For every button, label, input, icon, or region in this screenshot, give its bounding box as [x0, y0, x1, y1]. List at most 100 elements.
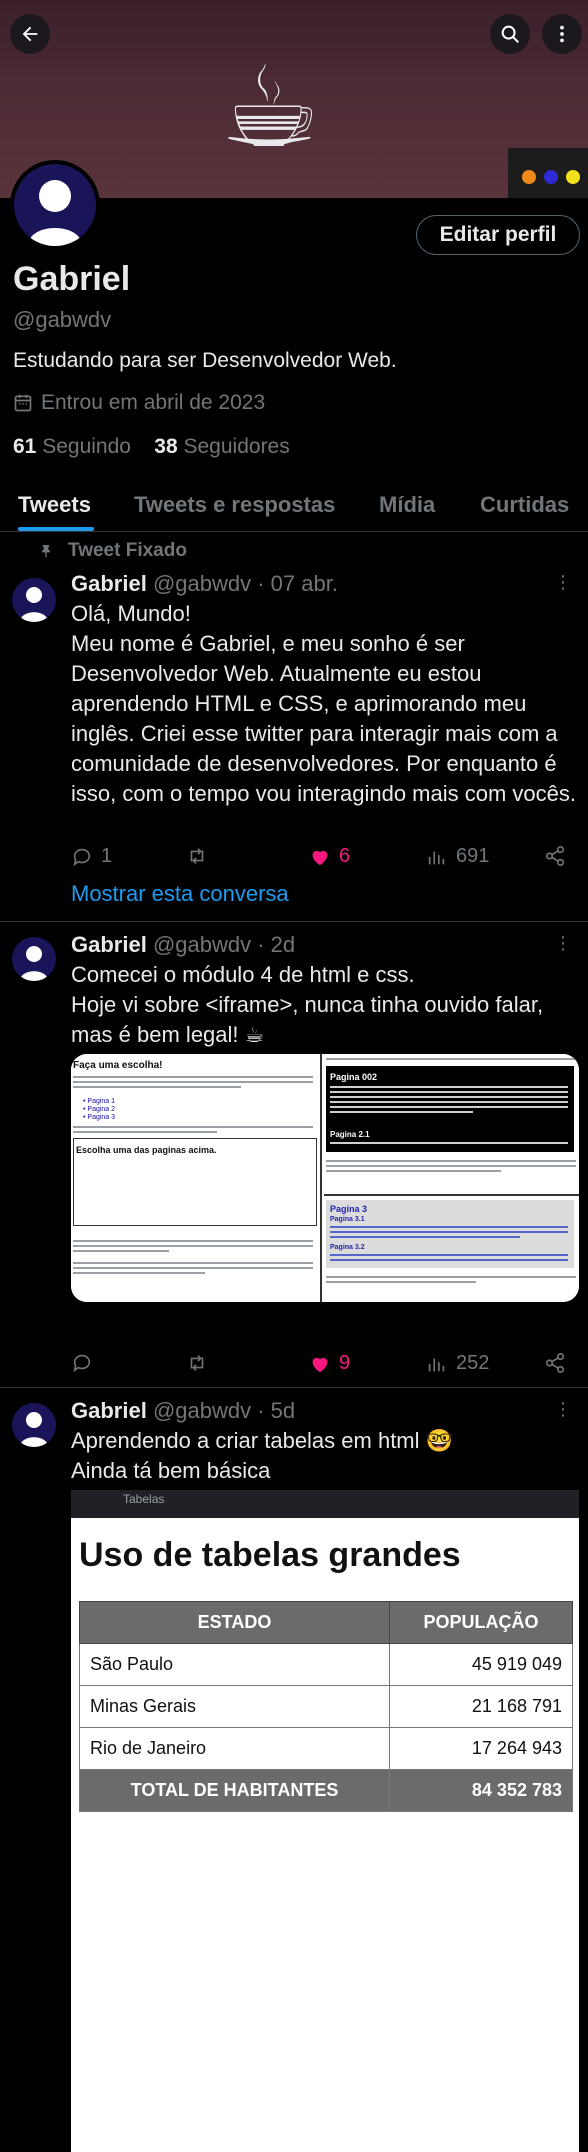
retweet-button[interactable]: [186, 845, 208, 867]
tweet-actions: 1 6 691: [71, 845, 571, 873]
default-user-icon: [28, 180, 82, 246]
following-label: Seguindo: [42, 435, 131, 458]
text-lines: [326, 1276, 576, 1286]
tweet-media-table-screenshot[interactable]: Tabelas Uso de tabelas grandes ESTADO PO…: [71, 1490, 579, 2152]
iframe-link-1[interactable]: Pagina 1: [87, 1098, 115, 1105]
tab-media[interactable]: Mídia: [379, 492, 435, 518]
retweet-icon: [190, 1355, 204, 1371]
text-lines: [73, 1240, 313, 1255]
show-conversation-link[interactable]: Mostrar esta conversa: [71, 881, 289, 907]
tweet-meta: @gabwdv · 5d: [152, 1398, 296, 1423]
reply-button[interactable]: [71, 1352, 101, 1374]
tweet-header: Gabriel @gabwdv · 2d: [71, 932, 295, 958]
analytics-icon: [428, 1358, 445, 1371]
iframe-embedded-box: Escolha uma das paginas acima.: [73, 1138, 317, 1226]
view-count: 691: [456, 845, 490, 867]
views-button[interactable]: 252: [426, 1352, 489, 1375]
tweet-more-button[interactable]: ⋮: [554, 1400, 572, 1418]
search-button[interactable]: [490, 14, 530, 54]
search-icon: [501, 25, 519, 43]
more-options-button[interactable]: [542, 14, 582, 54]
arrow-left-icon: [22, 26, 38, 42]
share-button[interactable]: [544, 1352, 566, 1374]
iframe-right-top-subtitle: Pagina 2.1: [330, 1130, 370, 1139]
table-cell-state: Minas Gerais: [79, 1685, 390, 1728]
text-lines: [330, 1226, 568, 1241]
tweet-author[interactable]: Gabriel: [71, 571, 147, 596]
coffee-cup-image: ☕: [220, 45, 321, 170]
default-user-icon: [20, 946, 48, 981]
like-count: 9: [339, 1352, 351, 1374]
text-lines: [326, 1160, 576, 1175]
analytics-icon: [428, 851, 445, 864]
table-cell-population: 21 168 791: [389, 1685, 573, 1728]
default-user-icon: [20, 587, 48, 622]
table-total-label: TOTAL DE HABITANTES: [79, 1769, 390, 1812]
profile-bio: Estudando para ser Desenvolvedor Web.: [13, 349, 397, 372]
text-lines: [326, 1058, 576, 1063]
tweet-card[interactable]: Gabriel @gabwdv · 07 abr. ⋮ Olá, Mundo! …: [0, 533, 588, 922]
followers-label: Seguidores: [183, 435, 290, 458]
tab-tweets-and-replies[interactable]: Tweets e respostas: [134, 492, 335, 518]
like-button[interactable]: 6: [309, 845, 350, 868]
edit-profile-button[interactable]: Editar perfil: [416, 215, 580, 255]
tweet-card[interactable]: Gabriel @gabwdv · 2d ⋮ Comecei o módulo …: [0, 922, 588, 1388]
iframe-grey-box: Pagina 3 Pagina 3.1 Pagina 3.2: [326, 1200, 574, 1268]
avatar[interactable]: [12, 1403, 56, 1447]
iframe-link-3[interactable]: Pagina 3: [87, 1114, 115, 1121]
avatar[interactable]: [12, 578, 56, 622]
like-count: 6: [339, 845, 351, 867]
browser-tab-bar: Tabelas: [71, 1490, 579, 1518]
tweet-text: Aprendendo a criar tabelas em html 🤓 Ain…: [71, 1428, 454, 1483]
profile-avatar[interactable]: [10, 160, 100, 250]
yellow-dot: [566, 170, 580, 184]
tweet-author[interactable]: Gabriel: [71, 932, 147, 957]
tweet-text: Comecei o módulo 4 de html e css. Hoje v…: [71, 962, 544, 1047]
joined-date: Entrou em abril de 2023: [13, 391, 265, 415]
iframe-link-list: • Pagina 1 • Pagina 2 • Pagina 3: [83, 1098, 116, 1121]
iframe-left-panel: Faça uma escolha! • Pagina 1 • Pagina 2 …: [71, 1054, 322, 1302]
table-row: São Paulo 45 919 049: [79, 1643, 573, 1686]
banner-color-dots: [508, 148, 588, 198]
tweet-media-iframe-screenshot[interactable]: Faça uma escolha! • Pagina 1 • Pagina 2 …: [71, 1054, 579, 1302]
table-page-title: Uso de tabelas grandes: [79, 1536, 461, 1574]
retweet-icon: [190, 848, 204, 864]
more-vertical-icon: [560, 25, 564, 43]
tweet-header: Gabriel @gabwdv · 07 abr.: [71, 571, 338, 597]
text-lines: [330, 1142, 568, 1147]
table-header-population: POPULAÇÃO: [389, 1601, 573, 1644]
followers-link[interactable]: 38 Seguidores: [154, 435, 289, 458]
tab-tweets[interactable]: Tweets: [18, 492, 91, 518]
iframe-link-2[interactable]: Pagina 2: [87, 1106, 115, 1113]
calendar-icon: [14, 394, 32, 412]
table-cell-population: 17 264 943: [389, 1727, 573, 1770]
back-button[interactable]: [10, 14, 50, 54]
tweet-meta: @gabwdv · 07 abr.: [152, 571, 338, 596]
default-user-icon: [20, 1412, 48, 1447]
tweet-more-button[interactable]: ⋮: [554, 934, 572, 952]
text-lines: [73, 1076, 313, 1091]
following-link[interactable]: 61 Seguindo: [13, 435, 131, 458]
table-row: Rio de Janeiro 17 264 943: [79, 1727, 573, 1770]
table-cell-state: São Paulo: [79, 1643, 390, 1686]
followers-count: 38: [154, 435, 178, 458]
heart-filled-icon: [312, 850, 328, 865]
population-table: ESTADO POPULAÇÃO São Paulo 45 919 049 Mi…: [79, 1601, 573, 1812]
iframe-right-bottom-sub1: Pagina 3.1: [330, 1216, 365, 1223]
text-lines: [73, 1262, 313, 1277]
tab-likes[interactable]: Curtidas: [480, 492, 569, 518]
share-button[interactable]: [544, 845, 566, 867]
retweet-button[interactable]: [186, 1352, 208, 1374]
active-tab-indicator: [18, 527, 94, 531]
like-button[interactable]: 9: [309, 1352, 350, 1375]
tweet-header: Gabriel @gabwdv · 5d: [71, 1398, 295, 1424]
reply-button[interactable]: 1: [71, 845, 112, 868]
browser-tab-label: Tabelas: [123, 1492, 165, 1506]
iframe-left-title: Faça uma escolha!: [73, 1060, 163, 1071]
tweet-author[interactable]: Gabriel: [71, 1398, 147, 1423]
tweet-more-button[interactable]: ⋮: [554, 573, 572, 591]
joined-text: Entrou em abril de 2023: [41, 391, 266, 414]
iframe-dark-box: Pagina 002 Pagina 2.1: [326, 1066, 574, 1152]
avatar[interactable]: [12, 937, 56, 981]
views-button[interactable]: 691: [426, 845, 489, 868]
